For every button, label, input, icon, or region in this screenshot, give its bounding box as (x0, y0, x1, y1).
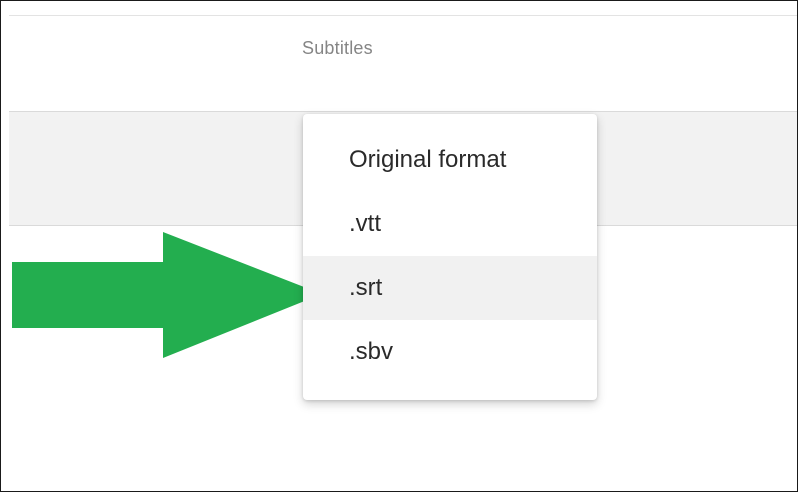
menu-item-srt[interactable]: .srt (303, 256, 597, 320)
menu-item-sbv[interactable]: .sbv (303, 320, 597, 384)
menu-item-vtt[interactable]: .vtt (303, 192, 597, 256)
subtitles-column-header: Subtitles (302, 38, 373, 58)
menu-item-original-format[interactable]: Original format (303, 128, 597, 192)
subtitle-format-menu: Original format .vtt .srt .sbv (303, 114, 597, 400)
table-header-row (9, 16, 797, 111)
